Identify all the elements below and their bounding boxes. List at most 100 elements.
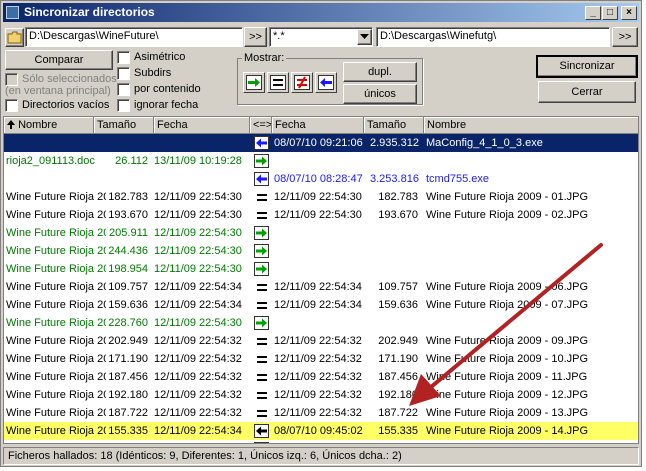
cell-left-date xyxy=(152,134,252,152)
table-row[interactable]: Wine Future Rioja 2009 - 01.JPG182.78312… xyxy=(4,188,638,206)
show-different-button[interactable] xyxy=(291,72,313,93)
ignore-date-label: ignorar fecha xyxy=(134,99,199,111)
cell-right-size: 187.722 xyxy=(378,407,418,419)
cell-left-size: 228.760 xyxy=(108,317,148,329)
equal-icon[interactable] xyxy=(254,189,270,205)
cell-left-name: Wine Future Rioja 2009 - 12.JPG xyxy=(6,389,106,401)
cell-left-date: 12/11/09 22:54:32 xyxy=(154,407,242,419)
table-row[interactable]: Wine Future Rioja 2009 - 05.JPG198.954 12… xyxy=(4,260,638,278)
table-row[interactable]: rioja2_091113.doc 26.112 13/11/09 10:19:28 xyxy=(4,152,638,170)
col-left-name[interactable]: Nombre xyxy=(4,117,94,134)
table-row[interactable]: 08/07/10 08:28:47 3.253.816 tcmd755.exe xyxy=(4,170,638,188)
table-row[interactable]: Wine Future Rioja 2009 - 07.JPG159.63612… xyxy=(4,296,638,314)
cell-right-size: 187.456 xyxy=(378,371,418,383)
cell-right-size: 171.190 xyxy=(378,353,418,365)
equal-icon[interactable] xyxy=(254,369,270,385)
col-right-size[interactable]: Tamaño xyxy=(364,117,424,134)
cell-right-date xyxy=(272,314,368,332)
table-row[interactable]: 08/07/10 09:21:06 2.935.312 MaConfig_4_1_0… xyxy=(4,134,638,152)
cell-right-size: 109.757 xyxy=(378,281,418,293)
cell-left-size: 171.190 xyxy=(108,353,148,365)
left-browse-button[interactable]: >> xyxy=(244,27,267,47)
cell-right-size: 182.783 xyxy=(378,191,418,203)
equal-icon[interactable] xyxy=(254,207,270,223)
maximize-button[interactable]: □ xyxy=(602,6,618,20)
cell-left-name: Wine Future Rioja 2009 - 02.JPG xyxy=(6,209,106,221)
arrow-left-icon[interactable] xyxy=(254,171,270,187)
unique-button[interactable]: únicos xyxy=(343,84,417,104)
table-row[interactable]: Wine Future Rioja 2009 - 08.JPG228.760 12… xyxy=(4,314,638,332)
cell-left-size: 244.436 xyxy=(108,245,148,257)
table-row[interactable]: Wine Future Rioja 2009 - 14.JPG155.33512… xyxy=(4,422,638,440)
title-bar[interactable]: Sincronizar directorios _ □ × xyxy=(3,3,639,22)
cell-right-name: Wine Future Rioja 2009 - 02.JPG xyxy=(426,209,589,221)
arrow-right-icon[interactable] xyxy=(254,243,270,259)
arrow-left-icon[interactable] xyxy=(254,135,270,151)
close-window-button[interactable]: × xyxy=(621,6,637,20)
col-right-date[interactable]: Fecha xyxy=(272,117,364,134)
arrow-right-icon[interactable] xyxy=(254,225,270,241)
compare-grid[interactable]: Nombre Tamaño Fecha <=> Fecha Tamaño Nom… xyxy=(3,116,639,444)
equal-icon[interactable] xyxy=(254,297,270,313)
show-right-unique-button[interactable] xyxy=(243,72,265,93)
folder-button[interactable] xyxy=(5,28,24,47)
cell-left-name: Wine Future Rioja 2009 - 07.JPG xyxy=(6,299,106,311)
minimize-button[interactable]: _ xyxy=(585,6,601,20)
col-right-name[interactable]: Nombre xyxy=(424,117,638,134)
col-compare-label: <=> xyxy=(253,119,272,131)
ignore-date-box xyxy=(117,99,130,112)
subdirs-box xyxy=(117,67,130,80)
table-row[interactable]: Wine Future Rioja 2009 - 02.JPG193.67012… xyxy=(4,206,638,224)
equal-icon[interactable] xyxy=(254,279,270,295)
duplicates-button[interactable]: dupl. xyxy=(343,62,417,82)
col-left-size[interactable]: Tamaño xyxy=(94,117,154,134)
table-row[interactable]: Wine Future Rioja 2009 - 13.JPG187.72212… xyxy=(4,404,638,422)
table-row[interactable]: Wine Future Rioja 2009 - 03.JPG205.911 12… xyxy=(4,224,638,242)
only-selected-label: Sólo seleccionados xyxy=(22,73,117,85)
table-row[interactable]: WineFuture.zip2.595.90213/11/09 10:26:26 xyxy=(4,440,638,444)
table-row[interactable]: Wine Future Rioja 2009 - 09.JPG202.94912… xyxy=(4,332,638,350)
arrow-right-icon[interactable] xyxy=(254,261,270,277)
filter-dropdown-button[interactable] xyxy=(357,29,372,45)
compare-button[interactable]: Comparar xyxy=(5,50,113,70)
show-equal-button[interactable] xyxy=(267,72,289,93)
arrow-right-icon[interactable] xyxy=(254,441,270,444)
cell-right-size xyxy=(368,440,420,443)
col-compare[interactable]: <=> xyxy=(250,117,272,134)
cell-right-size: 3.253.816 xyxy=(370,173,419,185)
cell-left-size: 192.180 xyxy=(108,389,148,401)
table-row[interactable]: Wine Future Rioja 2009 - 12.JPG192.18012… xyxy=(4,386,638,404)
arrow-right-icon[interactable] xyxy=(254,153,270,169)
table-row[interactable]: Wine Future Rioja 2009 - 04.JPG244.436 12… xyxy=(4,242,638,260)
arrow-right-icon[interactable] xyxy=(254,315,270,331)
cell-right-size xyxy=(368,242,420,260)
col-right-name-label: Nombre xyxy=(427,119,467,131)
subdirs-label: Subdirs xyxy=(134,67,172,79)
table-row[interactable]: Wine Future Rioja 2009 - 06.JPG109.75712… xyxy=(4,278,638,296)
close-button[interactable]: Cerrar xyxy=(538,81,636,103)
show-left-unique-button[interactable] xyxy=(315,72,337,93)
right-browse-button[interactable]: >> xyxy=(612,27,638,47)
cell-right-name: Wine Future Rioja 2009 - 11.JPG xyxy=(426,371,588,383)
table-row[interactable]: Wine Future Rioja 2009 - 10.JPG171.19012… xyxy=(4,350,638,368)
right-path-input[interactable]: D:\Descargas\Winefutg\ xyxy=(376,27,610,47)
equal-icon[interactable] xyxy=(254,387,270,403)
col-right-size-label: Tamaño xyxy=(367,119,407,131)
cell-right-date: 12/11/09 22:54:32 xyxy=(274,335,362,347)
equal-icon[interactable] xyxy=(254,333,270,349)
cell-left-name: Wine Future Rioja 2009 - 08.JPG xyxy=(6,317,106,329)
folder-icon xyxy=(7,31,22,44)
cell-left-size: 182.783 xyxy=(108,191,148,203)
cell-right-name: Wine Future Rioja 2009 - 01.JPG xyxy=(426,191,589,203)
cell-right-size xyxy=(368,152,420,170)
status-bar: Ficheros hallados: 18 (Idénticos: 9, Dif… xyxy=(3,447,639,465)
equal-icon[interactable] xyxy=(254,351,270,367)
left-path-input[interactable]: D:\Descargas\WineFuture\ xyxy=(25,27,243,47)
equal-icon[interactable] xyxy=(254,405,270,421)
cell-left-date: 12/11/09 22:54:30 xyxy=(154,263,242,275)
col-left-date[interactable]: Fecha xyxy=(154,117,250,134)
table-row[interactable]: Wine Future Rioja 2009 - 11.JPG187.45612… xyxy=(4,368,638,386)
sync-button[interactable]: Sincronizar xyxy=(536,55,638,78)
asymmetric-label: Asimétrico xyxy=(134,51,186,63)
arrow-left-icon[interactable] xyxy=(254,423,270,439)
